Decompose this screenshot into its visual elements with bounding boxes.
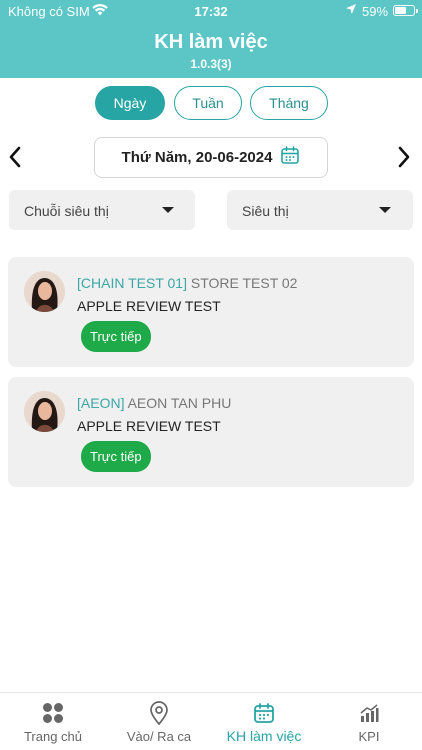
status-time: 17:32: [194, 4, 228, 19]
tab-day[interactable]: Ngày: [95, 86, 165, 120]
tab-week[interactable]: Tuần: [174, 86, 242, 120]
chevron-right-icon: [398, 146, 410, 168]
caret-down-icon: [379, 207, 391, 213]
direct-badge[interactable]: Trực tiếp: [81, 441, 151, 472]
tab-check-in[interactable]: Vào/ Ra ca: [106, 693, 212, 750]
grid-icon: [42, 702, 64, 729]
chain-dropdown[interactable]: Chuỗi siêu thị: [9, 190, 195, 230]
store-dropdown[interactable]: Siêu thị: [227, 190, 413, 230]
plan-card[interactable]: [CHAIN TEST 01] STORE TEST 02 APPLE REVI…: [8, 257, 414, 367]
location-arrow-icon: [345, 3, 357, 18]
location-pin-icon: [149, 701, 169, 730]
tab-work-plan[interactable]: KH làm việc: [212, 693, 316, 750]
plan-card[interactable]: [AEON] AEON TAN PHU APPLE REVIEW TEST Tr…: [8, 377, 414, 487]
tab-month[interactable]: Tháng: [250, 86, 328, 120]
battery-percent: 59%: [362, 4, 389, 19]
app-version: 1.0.3(3): [190, 57, 232, 71]
chain-dropdown-label: Chuỗi siêu thị: [24, 203, 109, 219]
avatar: [24, 391, 65, 432]
store-title: AEON TAN PHU: [127, 395, 232, 411]
calendar-icon: [253, 702, 275, 729]
chevron-left-icon: [9, 146, 21, 168]
next-date-button[interactable]: [392, 144, 414, 170]
status-bar: Không có SIM 17:32 59%: [0, 0, 422, 22]
plan-subtitle: APPLE REVIEW TEST: [77, 298, 221, 314]
chart-icon: [359, 703, 379, 728]
app-header: Không có SIM 17:32 59% KH làm việc 1.0.3…: [0, 0, 422, 78]
direct-badge[interactable]: Trực tiếp: [81, 321, 151, 352]
date-picker[interactable]: Thứ Năm, 20-06-2024: [94, 137, 328, 178]
tab-home[interactable]: Trang chủ: [0, 693, 106, 750]
tab-check-in-label: Vào/ Ra ca: [126, 729, 192, 744]
plan-subtitle: APPLE REVIEW TEST: [77, 418, 221, 434]
calendar-icon: [280, 145, 300, 170]
tab-kpi[interactable]: KPI: [316, 693, 422, 750]
tab-home-label: Trang chủ: [23, 729, 83, 744]
chain-code: [AEON]: [77, 395, 125, 411]
store-name: [AEON] AEON TAN PHU: [77, 395, 231, 411]
store-dropdown-label: Siêu thị: [242, 203, 289, 219]
avatar: [24, 271, 65, 312]
store-name: [CHAIN TEST 01] STORE TEST 02: [77, 275, 297, 291]
chain-code: [CHAIN TEST 01]: [77, 275, 187, 291]
battery-icon: [393, 5, 418, 16]
caret-down-icon: [162, 207, 174, 213]
bottom-tab-bar: Trang chủ Vào/ Ra ca KH làm việc KPI: [0, 692, 422, 750]
tab-work-plan-label: KH làm việc: [226, 728, 302, 744]
previous-date-button[interactable]: [5, 144, 27, 170]
page-title: KH làm việc: [154, 31, 268, 53]
selected-date: Thứ Năm, 20-06-2024: [121, 149, 273, 166]
tab-kpi-label: KPI: [358, 729, 380, 744]
store-title: STORE TEST 02: [190, 275, 298, 291]
